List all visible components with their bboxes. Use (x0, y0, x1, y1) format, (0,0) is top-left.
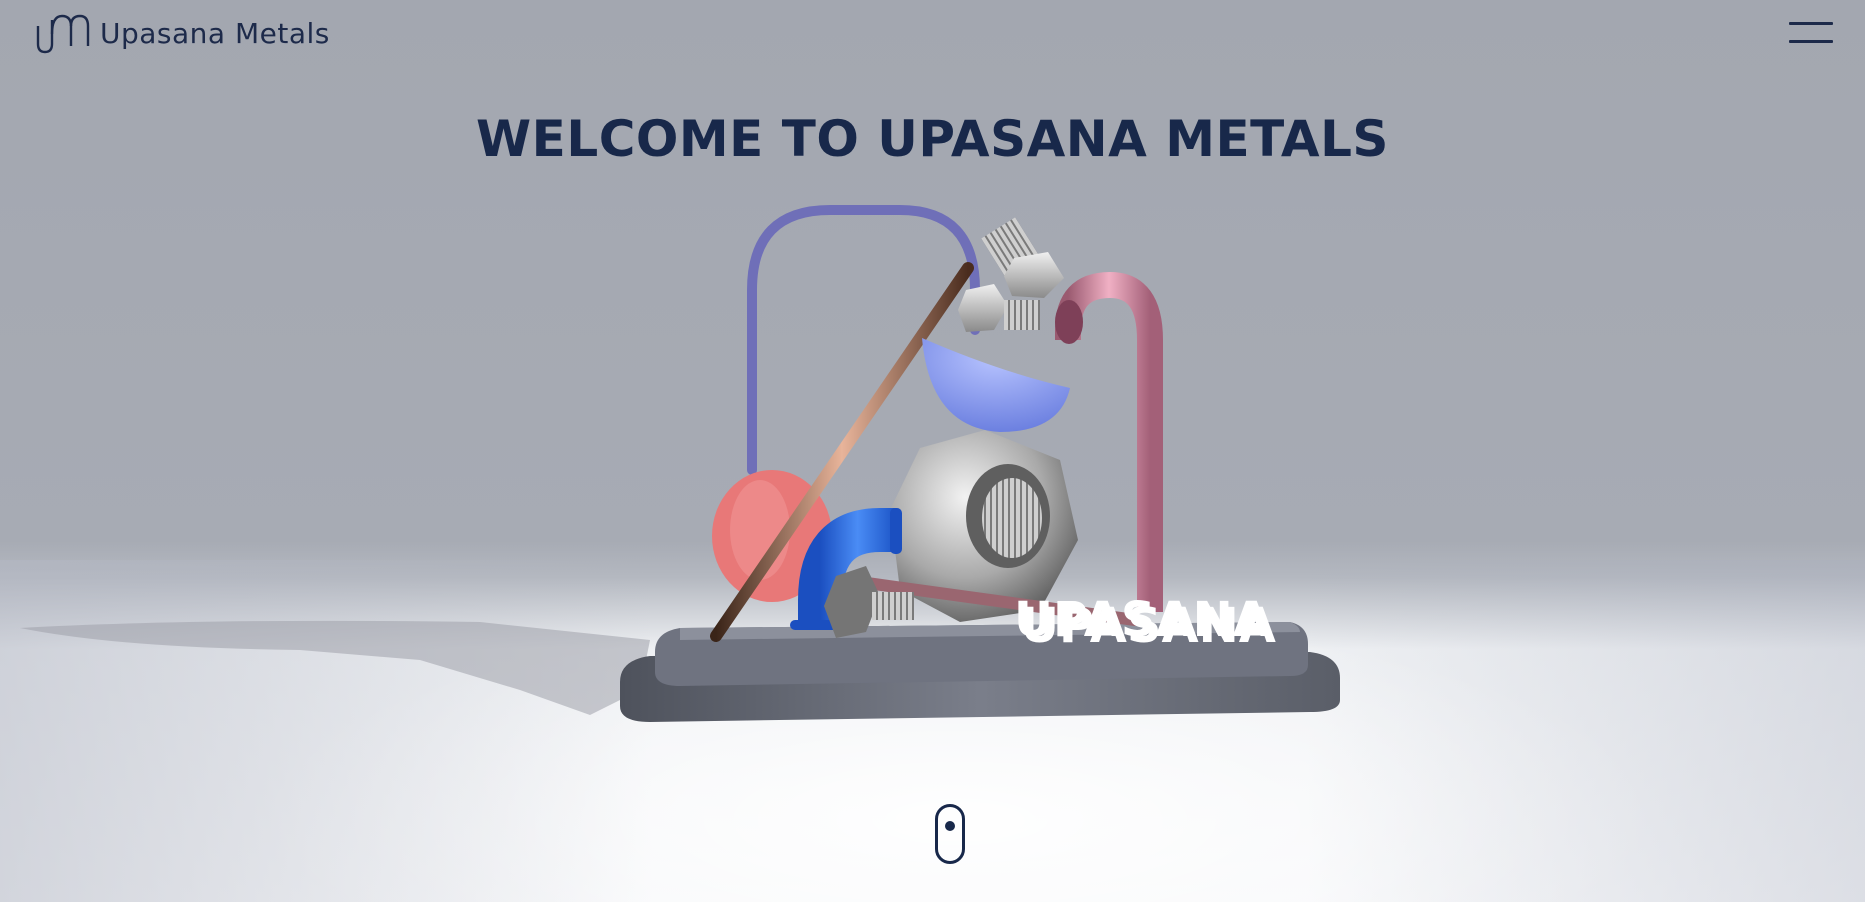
scene-label: UPASANA (1014, 592, 1270, 648)
scroll-dot (945, 821, 955, 831)
periwinkle-bowl (922, 338, 1070, 432)
hero-stage: Upasana Metals WELCOME TO UPASANA METALS (0, 0, 1865, 902)
metal-sculpture-scene: UPASANA UPASANA (20, 205, 1340, 722)
mouse-scroll-icon[interactable] (935, 804, 965, 864)
sculpture-shadow (20, 620, 650, 715)
